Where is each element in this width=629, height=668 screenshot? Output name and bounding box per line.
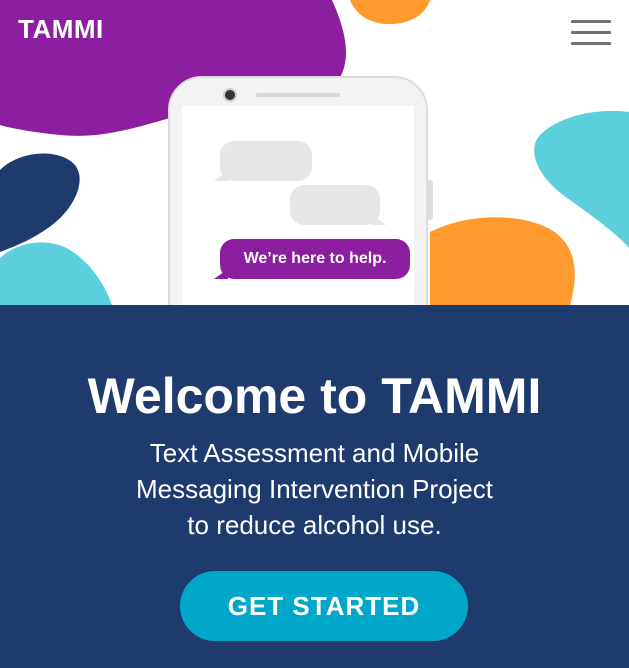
subtitle-line: Messaging Intervention Project: [136, 474, 493, 504]
hamburger-menu-icon[interactable]: [567, 18, 615, 48]
phone-side-button: [428, 180, 433, 220]
phone-screen: We’re here to help.: [182, 106, 414, 305]
page-title: Welcome to TAMMI: [87, 368, 542, 424]
subtitle-line: to reduce alcohol use.: [187, 510, 442, 540]
phone-illustration: We’re here to help.: [168, 76, 433, 305]
get-started-button[interactable]: GET STARTED: [180, 571, 468, 641]
chat-bubble-placeholder: [220, 141, 312, 181]
welcome-section: Welcome to TAMMI Text Assessment and Mob…: [0, 305, 629, 668]
chat-message-bubble: We’re here to help.: [220, 239, 410, 279]
chat-bubble-placeholder: [290, 185, 380, 225]
subtitle-line: Text Assessment and Mobile: [149, 438, 480, 468]
page-subtitle: Text Assessment and Mobile Messaging Int…: [0, 435, 629, 543]
camera-icon: [223, 88, 237, 102]
brand-logo[interactable]: TAMMI: [18, 14, 104, 45]
speaker-grille: [256, 93, 340, 97]
hero-illustration: TAMMI We’re here to help.: [0, 0, 629, 305]
